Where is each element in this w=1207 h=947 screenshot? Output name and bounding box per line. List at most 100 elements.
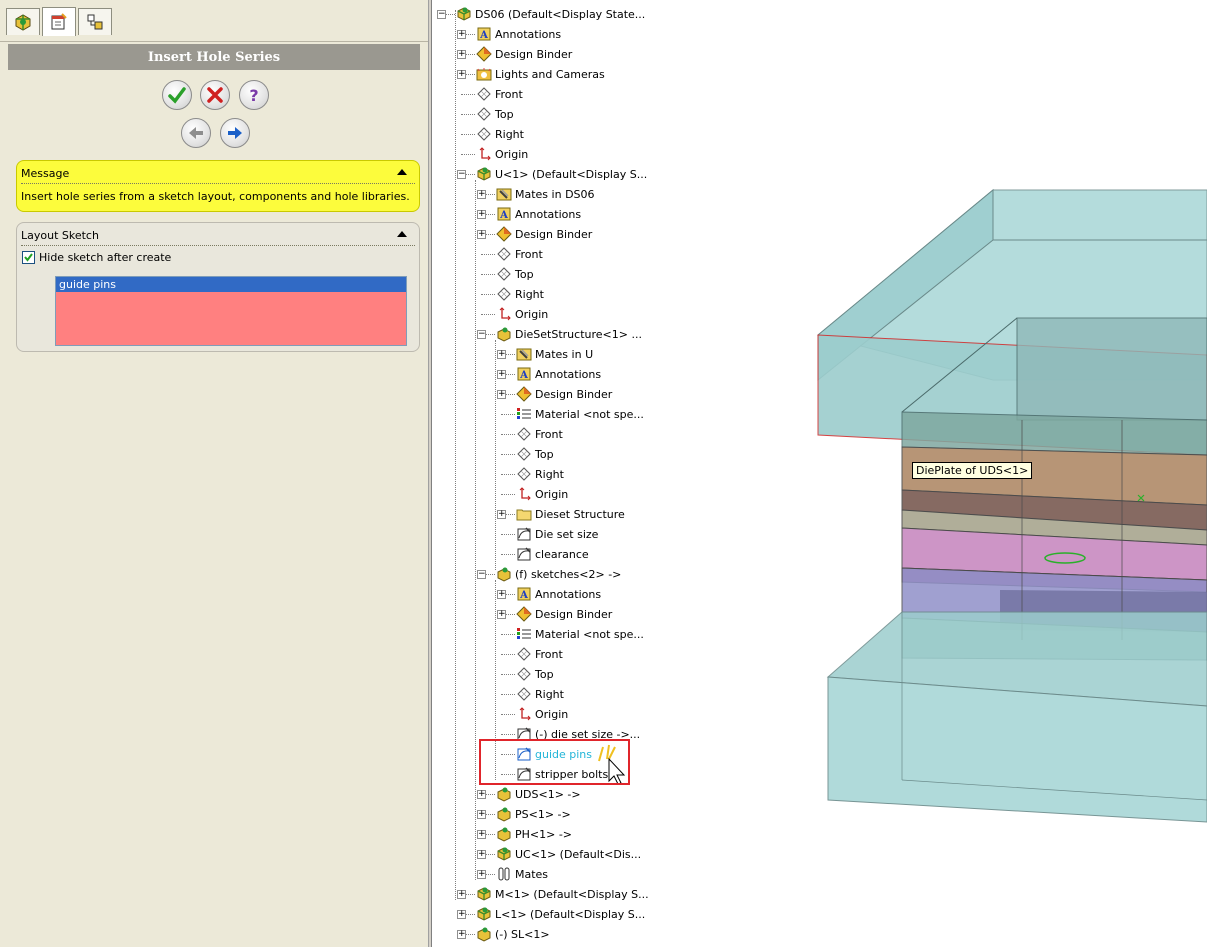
- tree-item[interactable]: Design Binder: [475, 44, 572, 64]
- feature-tree-icon: [15, 14, 31, 31]
- tree-item[interactable]: Right: [515, 464, 564, 484]
- tree-connector: [481, 274, 495, 275]
- tree-item[interactable]: Front: [515, 424, 563, 444]
- tree-item-label: Top: [495, 107, 514, 121]
- tree-item[interactable]: Mates in U: [515, 344, 593, 364]
- help-button[interactable]: ?: [239, 80, 269, 110]
- tree-item[interactable]: Design Binder: [515, 384, 612, 404]
- tree-item[interactable]: A Annotations: [515, 364, 601, 384]
- tree-item-label: Design Binder: [535, 607, 613, 621]
- tree-item[interactable]: Mates: [495, 864, 548, 884]
- tree-item[interactable]: Material <not spe...: [515, 404, 644, 424]
- expand-toggle-icon[interactable]: +: [497, 390, 506, 399]
- tree-item[interactable]: Top: [475, 104, 514, 124]
- tree-item-label: Annotations: [495, 27, 562, 41]
- tree-item[interactable]: Top: [515, 444, 554, 464]
- expand-toggle-icon[interactable]: +: [477, 870, 486, 879]
- tree-item[interactable]: Origin: [495, 304, 548, 324]
- tree-item[interactable]: Front: [515, 644, 563, 664]
- expand-toggle-icon[interactable]: +: [477, 790, 486, 799]
- expand-toggle-icon[interactable]: +: [477, 830, 486, 839]
- tree-item[interactable]: Lights and Cameras: [475, 64, 605, 84]
- tree-item[interactable]: L<1> (Default<Display S...: [475, 904, 645, 924]
- tree-item[interactable]: UC<1> (Default<Dis...: [495, 844, 641, 864]
- tree-item[interactable]: Origin: [475, 144, 528, 164]
- expand-toggle-icon[interactable]: +: [457, 50, 466, 59]
- expand-toggle-icon[interactable]: −: [477, 330, 486, 339]
- tree-item[interactable]: PS<1> ->: [495, 804, 571, 824]
- tree-item[interactable]: (-) SL<1>: [475, 924, 550, 944]
- svg-text:?: ?: [249, 86, 258, 105]
- tree-item-label: Origin: [535, 707, 569, 721]
- annotations-icon: A: [495, 206, 512, 223]
- tree-item[interactable]: UDS<1> ->: [495, 784, 581, 804]
- feature-manager-tab[interactable]: [6, 8, 40, 35]
- expand-toggle-icon[interactable]: +: [497, 510, 506, 519]
- tree-item[interactable]: (f) sketches<2> ->: [495, 564, 621, 584]
- tree-item[interactable]: Mates in DS06: [495, 184, 595, 204]
- tree-item[interactable]: Right: [515, 684, 564, 704]
- next-button[interactable]: [220, 118, 250, 148]
- ok-button[interactable]: [162, 80, 192, 110]
- expand-toggle-icon[interactable]: −: [437, 10, 446, 19]
- expand-toggle-icon[interactable]: −: [457, 170, 466, 179]
- expand-toggle-icon[interactable]: +: [477, 210, 486, 219]
- tree-connector: [501, 734, 515, 735]
- tree-item[interactable]: Design Binder: [495, 224, 592, 244]
- collapse-arrow-icon[interactable]: [397, 169, 407, 175]
- annotations-icon: A: [515, 366, 532, 383]
- plane-icon: [515, 686, 532, 703]
- expand-toggle-icon[interactable]: +: [457, 910, 466, 919]
- cancel-button[interactable]: [200, 80, 230, 110]
- expand-toggle-icon[interactable]: +: [477, 230, 486, 239]
- tree-item[interactable]: Right: [475, 124, 524, 144]
- tree-item[interactable]: A Annotations: [495, 204, 581, 224]
- tree-item[interactable]: A Annotations: [515, 584, 601, 604]
- tree-item[interactable]: Origin: [515, 704, 568, 724]
- selected-sketch-item[interactable]: guide pins: [56, 277, 406, 292]
- expand-toggle-icon[interactable]: +: [497, 350, 506, 359]
- tree-item[interactable]: Front: [495, 244, 543, 264]
- back-button[interactable]: [181, 118, 211, 148]
- tree-item[interactable]: A Annotations: [475, 24, 561, 44]
- assembly-icon: [495, 846, 512, 863]
- tree-item[interactable]: Die set size: [515, 524, 598, 544]
- tree-item[interactable]: DS06 (Default<Display State...: [455, 4, 645, 24]
- tree-item[interactable]: Origin: [515, 484, 568, 504]
- tree-item-label: Front: [535, 647, 563, 661]
- tree-item[interactable]: Top: [495, 264, 534, 284]
- sketch-selection-list[interactable]: guide pins: [55, 276, 407, 346]
- expand-toggle-icon[interactable]: +: [457, 30, 466, 39]
- tree-item[interactable]: PH<1> ->: [495, 824, 572, 844]
- tree-item[interactable]: M<1> (Default<Display S...: [475, 884, 649, 904]
- expand-toggle-icon[interactable]: +: [477, 850, 486, 859]
- expand-toggle-icon[interactable]: +: [497, 370, 506, 379]
- annotations-icon: A: [515, 586, 532, 603]
- tree-item[interactable]: clearance: [515, 544, 589, 564]
- expand-toggle-icon[interactable]: +: [457, 930, 466, 939]
- expand-toggle-icon[interactable]: −: [477, 570, 486, 579]
- hide-sketch-label[interactable]: Hide sketch after create: [39, 251, 171, 264]
- property-manager-tab[interactable]: [42, 7, 76, 36]
- expand-toggle-icon[interactable]: +: [457, 70, 466, 79]
- part-assembly-icon: [495, 826, 512, 843]
- collapse-arrow-icon[interactable]: [397, 231, 407, 237]
- hide-sketch-checkbox[interactable]: [22, 251, 35, 264]
- configuration-manager-tab[interactable]: [78, 8, 112, 35]
- message-title: Message: [21, 167, 70, 180]
- expand-toggle-icon[interactable]: +: [497, 610, 506, 619]
- tree-item[interactable]: Front: [475, 84, 523, 104]
- tree-item[interactable]: U<1> (Default<Display S...: [475, 164, 647, 184]
- tree-item[interactable]: Design Binder: [515, 604, 612, 624]
- expand-toggle-icon[interactable]: +: [497, 590, 506, 599]
- expand-toggle-icon[interactable]: +: [477, 190, 486, 199]
- expand-toggle-icon[interactable]: +: [457, 890, 466, 899]
- tree-item[interactable]: Material <not spe...: [515, 624, 644, 644]
- tree-item[interactable]: DieSetStructure<1> ...: [495, 324, 642, 344]
- tree-item[interactable]: Right: [495, 284, 544, 304]
- design-binder-icon: [495, 226, 512, 243]
- tree-item[interactable]: Top: [515, 664, 554, 684]
- tree-item[interactable]: Dieset Structure: [515, 504, 625, 524]
- panel-splitter[interactable]: [428, 0, 432, 947]
- expand-toggle-icon[interactable]: +: [477, 810, 486, 819]
